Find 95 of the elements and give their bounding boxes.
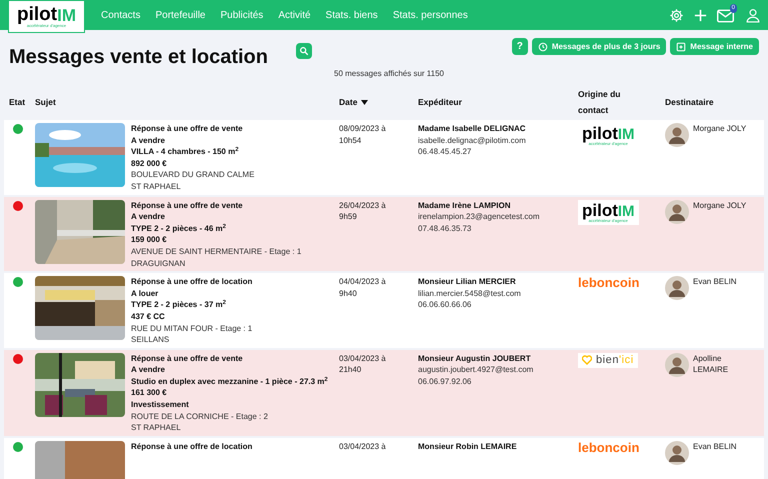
- column-header: Origine du contact: [578, 88, 622, 117]
- date-text: 10h54: [339, 134, 362, 146]
- clock-icon: [538, 42, 548, 52]
- subject-line: VILLA - 4 chambres - 150 m$^{2}$: [131, 146, 240, 158]
- logo-text: pilot: [582, 125, 618, 142]
- sender-contact: 06.06.60.66.06: [418, 299, 472, 311]
- subject-line: AVENUE DE SAINT HERMENTAIRE - Etage : 1: [131, 246, 302, 258]
- subject-line: BOULEVARD DU GRAND CALME: [131, 169, 256, 181]
- date-text: 9h59: [339, 211, 358, 223]
- subject-line: Réponse à une offre de vente: [131, 200, 244, 212]
- subject-line: ST RAPHAEL: [131, 180, 182, 193]
- subject-line: Réponse à une offre de vente: [131, 123, 244, 135]
- avatar: [665, 276, 689, 300]
- recipient-name: Apolline LEMAIRE: [693, 352, 730, 376]
- sender-name: Madame Irène LAMPION: [418, 200, 512, 212]
- date-text: 08/09/2023 à: [339, 123, 387, 135]
- subject-line: A vendre: [131, 364, 166, 376]
- date-text: 03/04/2023 à: [339, 352, 387, 364]
- subject-line: Réponse à une offre de vente: [131, 352, 244, 364]
- subject-line: Investissement: [131, 399, 190, 411]
- subject-line: ROUTE DE LA CORNICHE - Etage : 2: [131, 410, 269, 422]
- subject-line: ST RAPHAEL: [131, 422, 182, 434]
- message-row[interactable]: [4, 273, 764, 348]
- date-text: 04/04/2023 à: [339, 276, 387, 288]
- date-text: 26/04/2023 à: [339, 200, 387, 212]
- subject-line: SEILLANS: [131, 334, 170, 346]
- nav-link[interactable]: Publicités: [220, 8, 264, 22]
- heart-icon: [582, 355, 592, 366]
- avatar: [665, 440, 689, 465]
- column-header: Expéditeur: [418, 96, 462, 109]
- subject-line: 437 € CC: [131, 310, 166, 322]
- nav-link[interactable]: Portefeuille: [155, 8, 206, 22]
- recipient-name: Evan BELIN: [693, 276, 738, 288]
- column-header[interactable]: Date: [339, 94, 368, 110]
- message-row[interactable]: [4, 196, 764, 272]
- subject-line: A vendre: [131, 134, 166, 146]
- sender-contact: irenelampion.23@agencetest.com: [418, 211, 541, 223]
- plus-square-icon: [676, 42, 686, 52]
- logo-accent: IM: [618, 127, 635, 142]
- subject-line: Réponse à une offre de location: [131, 276, 254, 288]
- sender-contact: lilian.mercier.5458@test.com: [418, 288, 522, 300]
- sender-contact: 06.48.45.45.27: [418, 146, 472, 158]
- message-row[interactable]: Réponse à une offre de location 03/04/2023 à Monsieur Robin LEMAIRE leboncoin Evan BELIN: [4, 438, 764, 479]
- nav-link[interactable]: Contacts: [101, 8, 140, 22]
- nav-link[interactable]: Stats. biens: [326, 8, 378, 22]
- page-title: Messages vente et location: [9, 45, 268, 70]
- logo-accent: IM: [57, 7, 76, 24]
- avatar: [665, 123, 689, 147]
- sender-name: Madame Isabelle DELIGNAC: [418, 123, 527, 135]
- subject-line: Réponse à une offre de location: [131, 440, 254, 452]
- avatar: [665, 352, 689, 377]
- column-header: Etat: [9, 96, 26, 109]
- help-button[interactable]: ?: [512, 38, 528, 55]
- subject-line: TYPE 2 - 2 pièces - 46 m$^{2}$: [131, 222, 227, 234]
- header-button[interactable]: Messages de plus de 3 jours: [532, 38, 666, 55]
- date-text: 9h40: [339, 288, 358, 300]
- sender-contact: isabelle.delignac@pilotim.com: [418, 134, 527, 146]
- bienici-logo: bien'ici: [578, 352, 638, 368]
- message-row[interactable]: [4, 120, 764, 195]
- subject-line: RUE DU MITAN FOUR - Etage : 1: [131, 322, 254, 334]
- subject-line: A louer: [131, 288, 160, 300]
- subject-line: TYPE 2 - 2 pièces - 37 m$^{2}$: [131, 299, 227, 311]
- leboncoin-logo: leboncoin: [578, 440, 640, 454]
- sender-name: Monsieur Augustin JOUBERT: [418, 352, 532, 364]
- mail-icon: [717, 9, 734, 23]
- logo-text: pilot: [582, 202, 618, 219]
- recipient-name: Evan BELIN: [693, 440, 738, 452]
- recipient-name: Morgane JOLY: [693, 123, 748, 135]
- recipient-name: Morgane JOLY: [693, 200, 748, 212]
- message-count: 50 messages affichés sur 1150: [333, 68, 445, 80]
- sender-contact: 07.48.46.35.73: [418, 222, 472, 234]
- sender-contact: 06.06.97.92.06: [418, 376, 472, 388]
- column-header: Sujet: [35, 96, 56, 109]
- column-header: Destinataire: [665, 96, 714, 109]
- avatar: [665, 200, 689, 224]
- subject-line: DRAGUIGNAN: [131, 258, 186, 270]
- subject-line: 159 000 €: [131, 234, 168, 246]
- nav-link[interactable]: Stats. personnes: [392, 8, 468, 22]
- subject-line: 161 300 €: [131, 387, 168, 400]
- date-text: 21h40: [339, 364, 362, 376]
- sender-name: Monsieur Lilian MERCIER: [418, 276, 517, 288]
- message-row[interactable]: [4, 350, 764, 436]
- subject-line: 892 000 €: [131, 158, 168, 170]
- logo-accent: IM: [618, 204, 635, 219]
- sort-down-icon: [361, 100, 368, 104]
- leboncoin-logo: leboncoin: [578, 276, 640, 290]
- header-button[interactable]: Message interne: [670, 38, 759, 55]
- sender-contact: augustin.joubert.4927@test.com: [418, 364, 534, 376]
- subject-line: Studio en duplex avec mezzanine - 1 pièce - 27.3 m$^{2}$: [131, 376, 329, 388]
- search-icon: [298, 46, 309, 56]
- subject-line: A vendre: [131, 211, 166, 223]
- sender-name: Monsieur Robin LEMAIRE: [418, 440, 518, 452]
- nav-link[interactable]: Activité: [278, 8, 311, 22]
- logo-text: pilot: [17, 5, 58, 24]
- date-text: 03/04/2023 à: [339, 440, 387, 452]
